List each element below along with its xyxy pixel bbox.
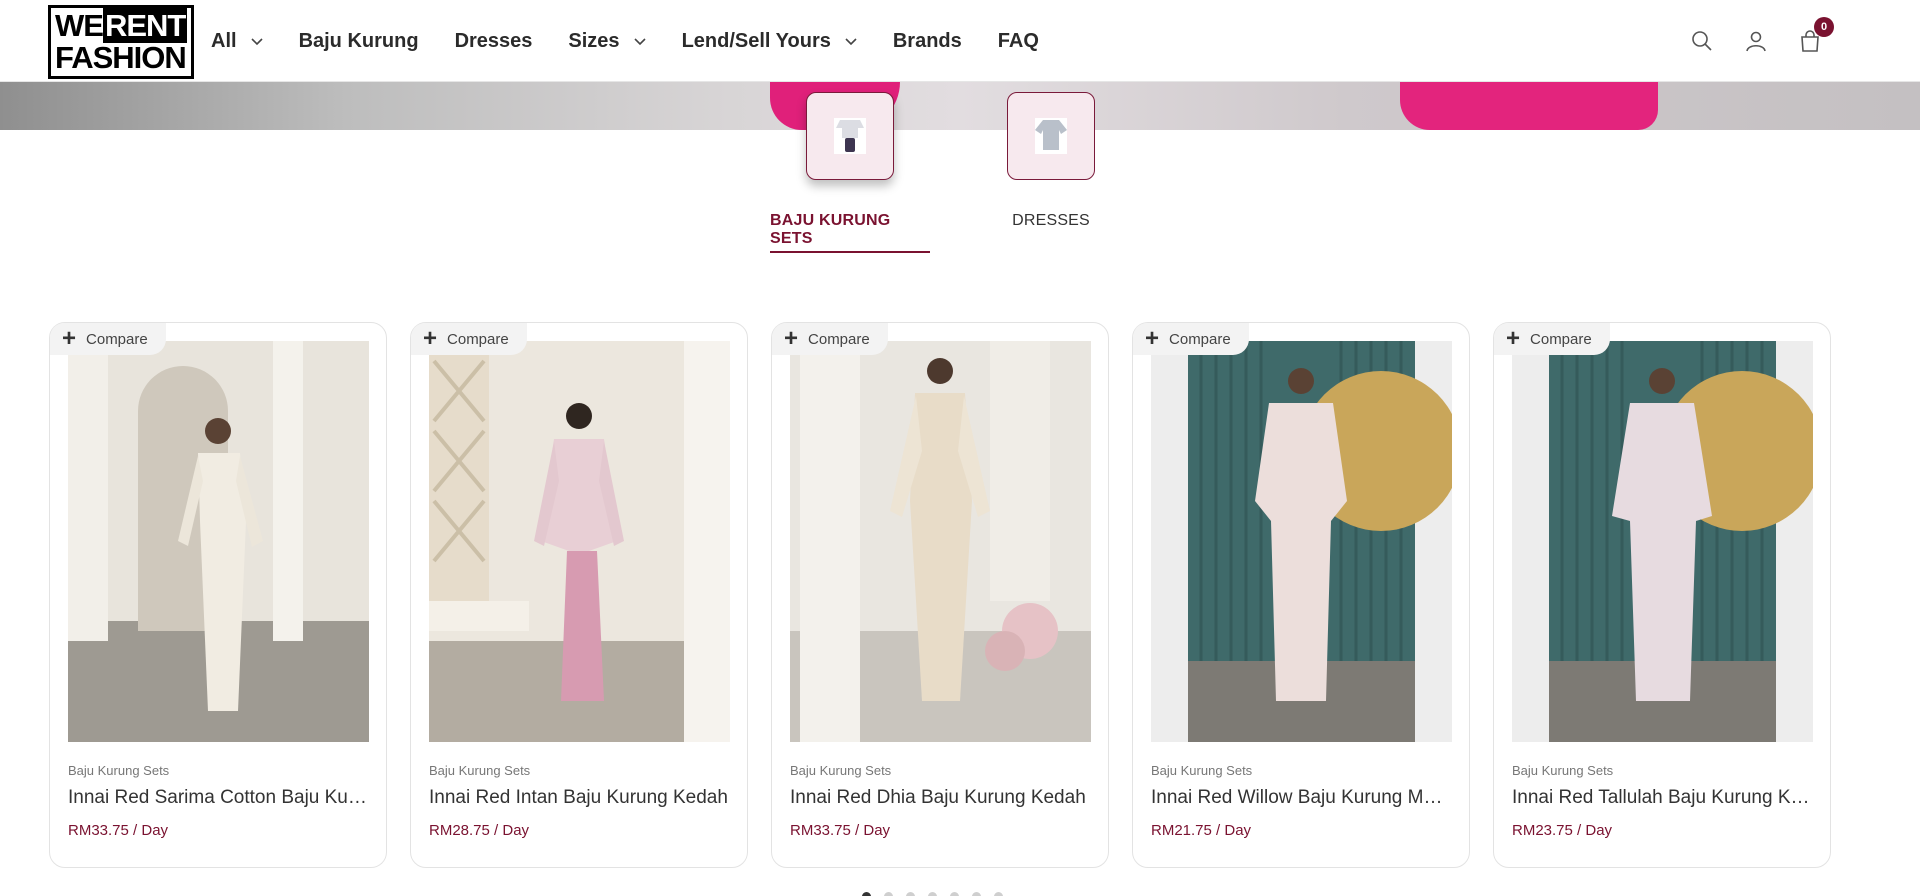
product-carousel: + Compare Baju Kurung Sets Innai Red Sari… — [49, 322, 1854, 868]
nav-lend-sell-label: Lend/Sell Yours — [681, 29, 831, 52]
nav-all-label: All — [211, 29, 237, 52]
product-title[interactable]: Innai Red Intan Baju Kurung Kedah — [429, 787, 731, 809]
product-title[interactable]: Innai Red Tallulah Baju Kurung Kedah — [1512, 787, 1814, 809]
compare-label: Compare — [86, 330, 148, 348]
product-title[interactable]: Innai Red Sarima Cotton Baju Kurung Keda… — [68, 787, 370, 809]
product-image[interactable] — [1151, 341, 1452, 742]
carousel-pagination — [862, 892, 1016, 896]
plus-icon: + — [62, 325, 77, 352]
category-label: DRESSES — [1012, 212, 1090, 229]
cart-count-badge: 0 — [1814, 17, 1834, 37]
nav-baju-kurung[interactable]: Baju Kurung — [299, 30, 419, 53]
category-dresses[interactable]: DRESSES — [971, 92, 1131, 233]
main-nav: All Baju Kurung Dresses Sizes Lend/Sell … — [211, 0, 1075, 82]
product-card[interactable]: + Compare Baju Kurung Sets Innai Red Sari… — [49, 322, 387, 868]
header-actions: 0 — [1660, 0, 1834, 82]
product-price: RM33.75 / Day — [68, 822, 169, 839]
category-thumbnail — [806, 92, 894, 180]
logo-text-we: WE — [55, 8, 104, 43]
product-category: Baju Kurung Sets — [429, 763, 531, 778]
compare-button[interactable]: + Compare — [1133, 323, 1249, 355]
compare-label: Compare — [808, 330, 870, 348]
product-price: RM33.75 / Day — [790, 822, 891, 839]
product-image[interactable] — [429, 341, 730, 742]
product-image[interactable] — [1512, 341, 1813, 742]
chevron-down-icon — [250, 38, 263, 46]
nav-brands-label: Brands — [892, 29, 962, 52]
nav-faq-label: FAQ — [997, 29, 1039, 52]
product-price: RM23.75 / Day — [1512, 822, 1613, 839]
carousel-dot[interactable] — [862, 892, 871, 896]
chevron-down-icon — [633, 38, 646, 46]
brand-logo[interactable]: WERENT FASHION — [48, 5, 194, 79]
site-header: WERENT FASHION All Baju Kurung Dresses S… — [0, 0, 1920, 82]
compare-label: Compare — [1169, 330, 1231, 348]
category-label: BAJU KURUNG SETS — [770, 212, 930, 253]
product-photo — [1151, 341, 1452, 742]
nav-all[interactable]: All — [211, 30, 263, 53]
chevron-down-icon — [845, 38, 857, 46]
baju-kurung-icon — [834, 118, 866, 154]
plus-icon: + — [784, 325, 799, 352]
product-card[interactable]: + Compare Baju Kurung Sets Innai Red Will… — [1132, 322, 1470, 868]
product-category: Baju Kurung Sets — [68, 763, 170, 778]
category-baju-kurung-sets[interactable]: BAJU KURUNG SETS — [770, 92, 930, 253]
hero-image-fragment — [1400, 82, 1658, 130]
carousel-dot[interactable] — [994, 892, 1003, 896]
plus-icon: + — [1145, 325, 1160, 352]
compare-label: Compare — [447, 330, 509, 348]
shopping-bag-icon[interactable]: 0 — [1798, 17, 1834, 53]
product-photo — [429, 341, 730, 742]
product-photo — [68, 341, 369, 742]
nav-dresses[interactable]: Dresses — [455, 30, 533, 53]
compare-button[interactable]: + Compare — [772, 323, 888, 355]
product-photo — [790, 341, 1091, 742]
carousel-dot[interactable] — [950, 892, 959, 896]
nav-baju-kurung-label: Baju Kurung — [298, 29, 419, 52]
product-category: Baju Kurung Sets — [1512, 763, 1614, 778]
compare-button[interactable]: + Compare — [411, 323, 527, 355]
carousel-dot[interactable] — [928, 892, 937, 896]
nav-brands[interactable]: Brands — [893, 30, 962, 53]
carousel-dot[interactable] — [884, 892, 893, 896]
carousel-dot[interactable] — [906, 892, 915, 896]
carousel-dot[interactable] — [972, 892, 981, 896]
nav-sizes[interactable]: Sizes — [568, 29, 646, 53]
plus-icon: + — [1506, 325, 1521, 352]
dress-icon — [1035, 118, 1067, 154]
product-category: Baju Kurung Sets — [1151, 763, 1253, 778]
product-price: RM28.75 / Day — [429, 822, 530, 839]
nav-lend-sell[interactable]: Lend/Sell Yours — [682, 30, 857, 53]
logo-text-fashion: FASHION — [55, 40, 187, 75]
product-category: Baju Kurung Sets — [790, 763, 892, 778]
user-icon[interactable] — [1744, 29, 1768, 53]
compare-button[interactable]: + Compare — [50, 323, 166, 355]
product-card[interactable]: + Compare Baju Kurung Sets Innai Red Dhia… — [771, 322, 1109, 868]
compare-label: Compare — [1530, 330, 1592, 348]
nav-faq[interactable]: FAQ — [998, 30, 1039, 53]
hero-banner — [0, 82, 1920, 130]
search-icon[interactable] — [1690, 29, 1714, 53]
product-card[interactable]: + Compare Baju Kurung Sets Innai Red Inta… — [410, 322, 748, 868]
product-card[interactable]: + Compare Baju Kurung Sets Innai Red Tall… — [1493, 322, 1831, 868]
product-price: RM21.75 / Day — [1151, 822, 1252, 839]
product-photo — [1512, 341, 1813, 742]
product-title[interactable]: Innai Red Willow Baju Kurung Moden — [1151, 787, 1453, 809]
nav-dresses-label: Dresses — [454, 29, 533, 52]
product-image[interactable] — [68, 341, 369, 742]
compare-button[interactable]: + Compare — [1494, 323, 1610, 355]
product-image[interactable] — [790, 341, 1091, 742]
logo-text-rent: RENT — [102, 8, 188, 43]
product-title[interactable]: Innai Red Dhia Baju Kurung Kedah — [790, 787, 1092, 809]
plus-icon: + — [423, 325, 438, 352]
category-thumbnail — [1007, 92, 1095, 180]
nav-sizes-label: Sizes — [568, 29, 620, 52]
